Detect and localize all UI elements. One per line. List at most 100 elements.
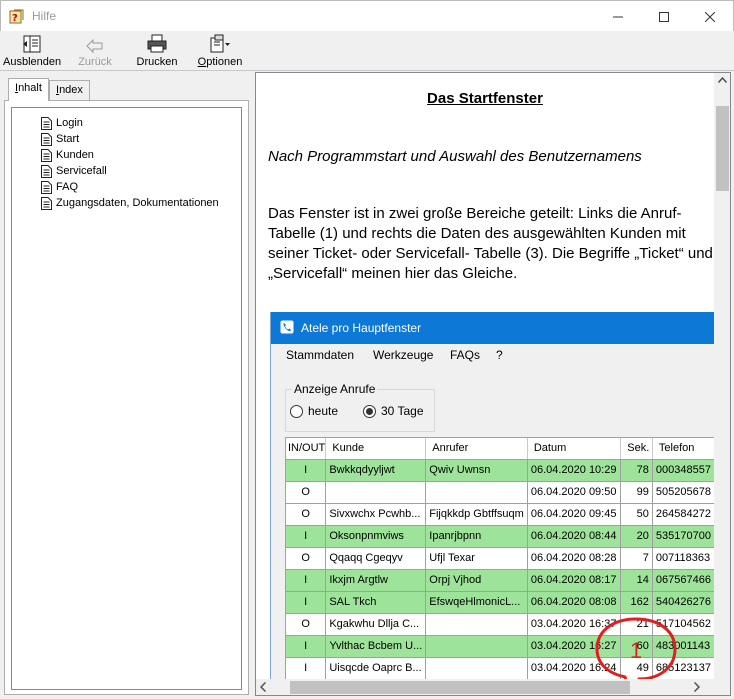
close-button[interactable] xyxy=(687,1,733,32)
cell-kunde: Oksonpnmviws xyxy=(325,525,427,548)
table-row: O Qqaqq Cgeqyv Ufjl Texar 06.04.2020 08:28 7… xyxy=(286,547,714,570)
back-button[interactable]: Zurück xyxy=(72,34,118,70)
cell-in-out: I xyxy=(286,525,327,548)
scroll-left-icon xyxy=(260,682,266,692)
hide-label: Ausblenden xyxy=(3,56,62,68)
vertical-scrollbar[interactable] xyxy=(714,73,730,679)
tree-item-servicefall[interactable]: Servicefall xyxy=(41,163,107,179)
contents-tree: Login Start Kunden Servicefall FAQ Zugan… xyxy=(11,107,242,690)
cell-datum: 06.04.2020 08:28 xyxy=(527,547,622,570)
cell-sek: 50 xyxy=(620,503,653,526)
cell-datum: 06.04.2020 09:45 xyxy=(527,503,622,526)
cell-telefon: 067567466 xyxy=(652,569,714,592)
cell-kunde: Sivxwchx Pcwhb... xyxy=(325,503,427,526)
cell-in-out: I xyxy=(286,635,327,658)
radio-selected-icon xyxy=(363,404,376,418)
cell-in-out: I xyxy=(286,591,327,614)
horizontal-scrollbar[interactable] xyxy=(256,679,714,695)
tab-contents[interactable]: Inhalt xyxy=(8,78,49,101)
phone-icon xyxy=(280,320,294,337)
menu-faqs: FAQs xyxy=(450,348,481,362)
cell-sek: 99 xyxy=(620,481,653,504)
cell-in-out: I xyxy=(286,657,327,679)
document-icon xyxy=(41,164,52,178)
tree-item-zugangsdaten[interactable]: Zugangsdaten, Dokumentationen xyxy=(41,195,219,211)
cell-datum: 06.04.2020 08:44 xyxy=(527,525,622,548)
col-datum: Datum xyxy=(527,438,622,460)
print-button[interactable]: Drucken xyxy=(134,34,180,70)
svg-text:?: ? xyxy=(12,13,18,24)
options-label: Optionen xyxy=(197,56,243,68)
printer-icon xyxy=(134,34,180,54)
embedded-title: Atele pro Hauptfenster xyxy=(301,321,422,335)
table-row: O Sivxwchx Pcwhb... Fijqkkdp Gbtffsuqm 06.0… xyxy=(286,503,714,526)
tab-index[interactable]: Index xyxy=(49,80,90,100)
cell-anrufer: Fijqkkdp Gbtffsuqm xyxy=(425,503,528,526)
maximize-icon xyxy=(659,11,669,22)
minimize-button[interactable] xyxy=(595,1,641,32)
cell-telefon: 540426276 xyxy=(652,591,714,614)
cell-anrufer xyxy=(425,657,528,679)
back-label: Zurück xyxy=(78,56,112,68)
document-icon xyxy=(41,132,52,146)
embedded-menubar: Stammdaten Werkzeuge FAQs ? xyxy=(271,344,714,366)
cell-kunde: Bwkkqdyyljwt xyxy=(325,459,427,482)
table-row: O 06.04.2020 09:50 99 505205678 xyxy=(286,481,714,504)
table-row: I SAL Tkch EfswqeHlmonicL... 06.04.2020 08:… xyxy=(286,591,714,614)
cell-datum: 06.04.2020 08:08 xyxy=(527,591,622,614)
hide-button[interactable]: Ausblenden xyxy=(3,34,61,70)
menu-help: ? xyxy=(496,348,503,362)
document-icon xyxy=(41,180,52,194)
vertical-scroll-thumb[interactable] xyxy=(716,106,729,191)
cell-in-out: I xyxy=(286,569,327,592)
cell-telefon: 007118363 xyxy=(652,547,714,570)
help-content-pane: Das Startfenster Nach Programmstart und … xyxy=(255,72,731,696)
embedded-screenshot: Atele pro Hauptfenster Stammdaten Werkze… xyxy=(270,312,714,679)
tree-item-start[interactable]: Start xyxy=(41,131,79,147)
toolbar: Ausblenden Zurück Drucken Optionen xyxy=(0,31,734,71)
back-arrow-icon xyxy=(72,34,118,54)
document-title: Das Startfenster xyxy=(427,90,543,107)
cell-in-out: O xyxy=(286,547,327,570)
cell-datum: 06.04.2020 09:50 xyxy=(527,481,622,504)
cell-anrufer: Ipanrjbpnn xyxy=(425,525,528,548)
hide-icon xyxy=(3,34,61,54)
cell-in-out: O xyxy=(286,613,327,636)
calls-filter-group: Anzeige Anrufe heute 30 Tage xyxy=(285,382,435,432)
annotation-callout: 1 xyxy=(595,617,677,679)
cell-datum: 06.04.2020 10:29 xyxy=(527,459,622,482)
cell-kunde: Kgakwhu Dllja C... xyxy=(325,613,427,636)
cell-anrufer: Ufjl Texar xyxy=(425,547,528,570)
cell-telefon: 505205678 xyxy=(652,481,714,504)
cell-sek: 20 xyxy=(620,525,653,548)
options-button[interactable]: Optionen xyxy=(196,34,244,70)
window-titlebar: ? Hilfe xyxy=(0,0,734,31)
cell-sek: 162 xyxy=(620,591,653,614)
cell-anrufer xyxy=(425,613,528,636)
menu-werkzeuge: Werkzeuge xyxy=(373,348,434,362)
options-icon xyxy=(196,34,244,54)
horizontal-scroll-thumb[interactable] xyxy=(290,681,630,694)
tree-item-kunden[interactable]: Kunden xyxy=(41,147,94,163)
cell-anrufer: Orpj Vjhod xyxy=(425,569,528,592)
maximize-button[interactable] xyxy=(641,1,687,32)
radio-empty-icon xyxy=(290,404,303,418)
cell-kunde: Qqaqq Cgeqyv xyxy=(325,547,427,570)
help-document: Das Startfenster Nach Programmstart und … xyxy=(256,73,714,679)
scrollbar-corner xyxy=(714,679,730,695)
cell-kunde: Yvlthac Bcbem U... xyxy=(325,635,427,658)
col-in-out: IN/OUT xyxy=(286,438,327,460)
scroll-up-icon xyxy=(718,77,727,83)
col-kunde: Kunde xyxy=(325,438,427,460)
tree-item-login[interactable]: Login xyxy=(41,115,83,131)
cell-kunde: Uisqcde Oaprc B... xyxy=(325,657,427,679)
cell-in-out: O xyxy=(286,503,327,526)
contents-panel: Login Start Kunden Servicefall FAQ Zugan… xyxy=(4,100,249,695)
tree-item-faq[interactable]: FAQ xyxy=(41,179,78,195)
menu-stammdaten: Stammdaten xyxy=(286,348,355,362)
annotation-number: 1 xyxy=(630,638,642,663)
radio-30-days: 30 Tage xyxy=(363,404,424,418)
cell-anrufer xyxy=(425,481,528,504)
print-label: Drucken xyxy=(136,56,178,68)
document-icon xyxy=(41,116,52,130)
